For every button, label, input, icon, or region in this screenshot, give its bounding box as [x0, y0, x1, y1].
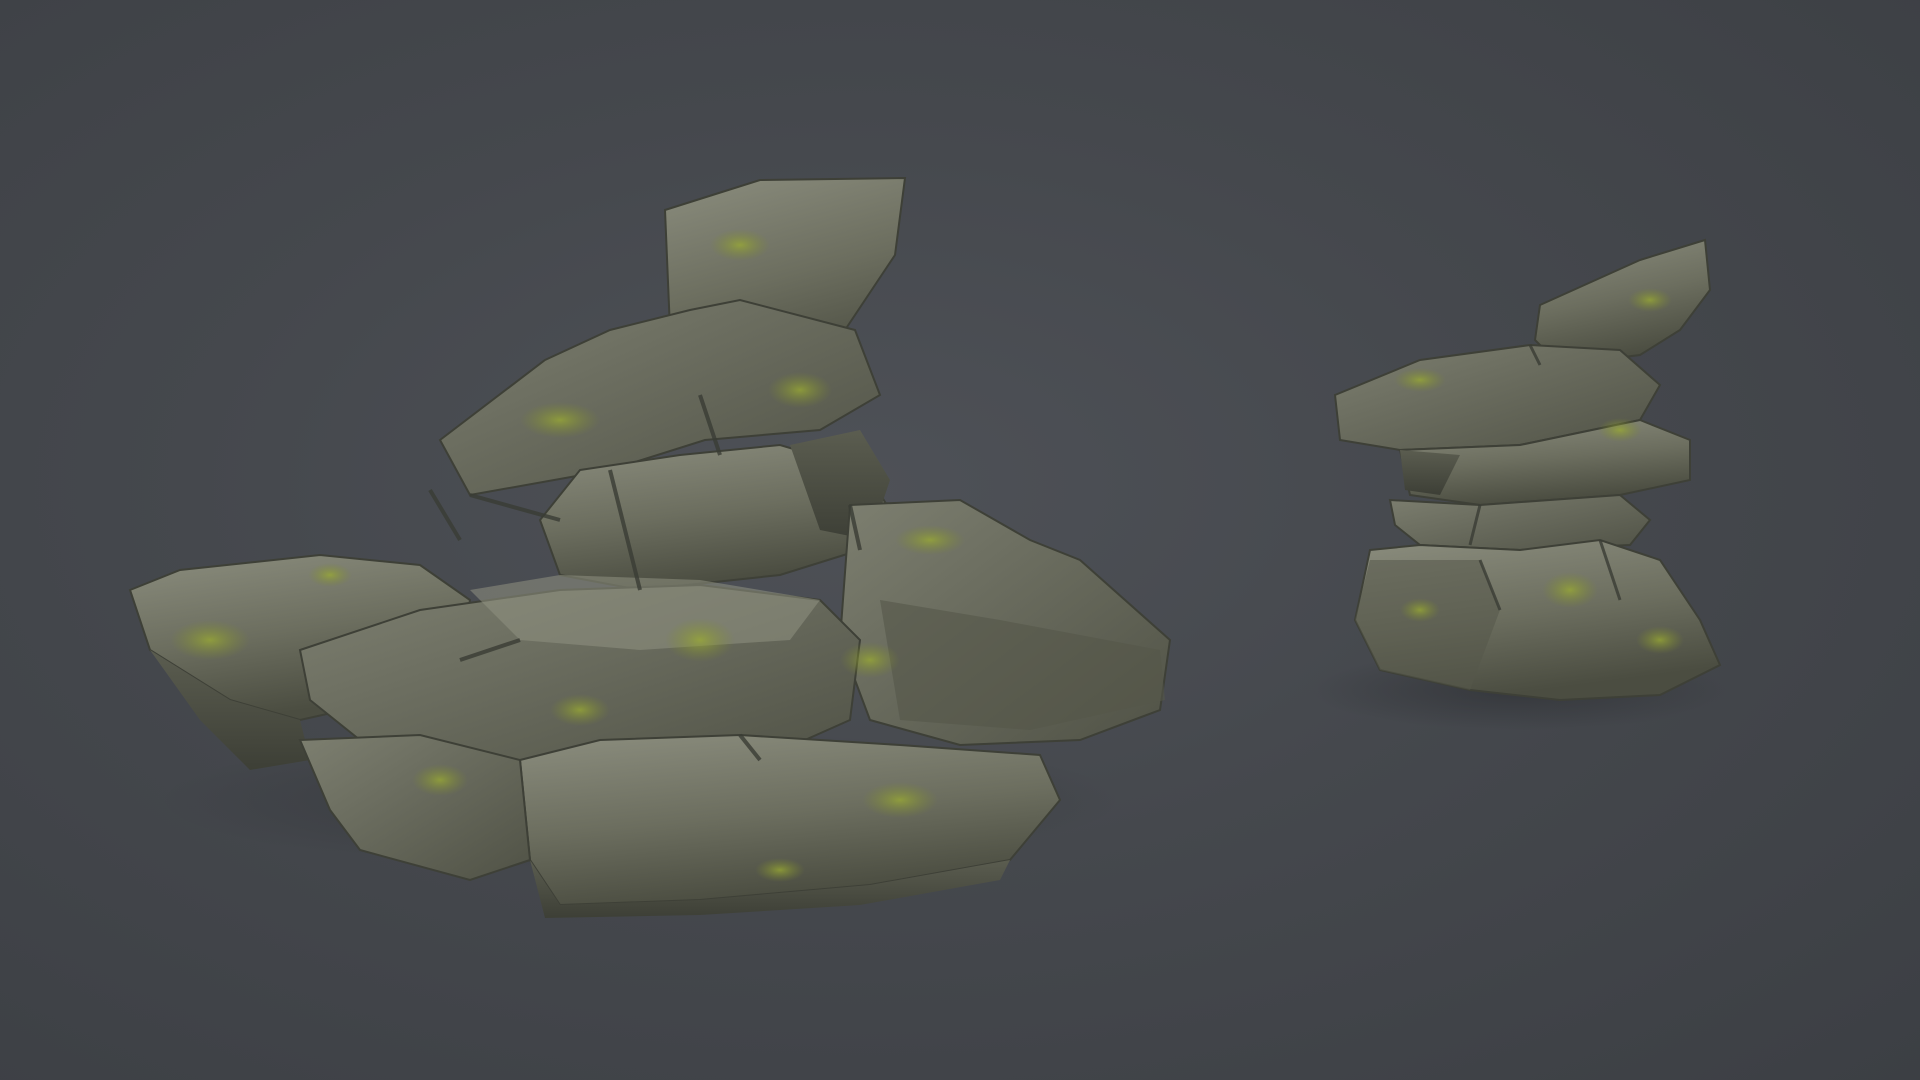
small-rock-formation [1310, 238, 1730, 730]
rock-render [128, 176, 1730, 918]
large-rock-formation [128, 176, 1172, 918]
render-viewport [0, 0, 1920, 1080]
